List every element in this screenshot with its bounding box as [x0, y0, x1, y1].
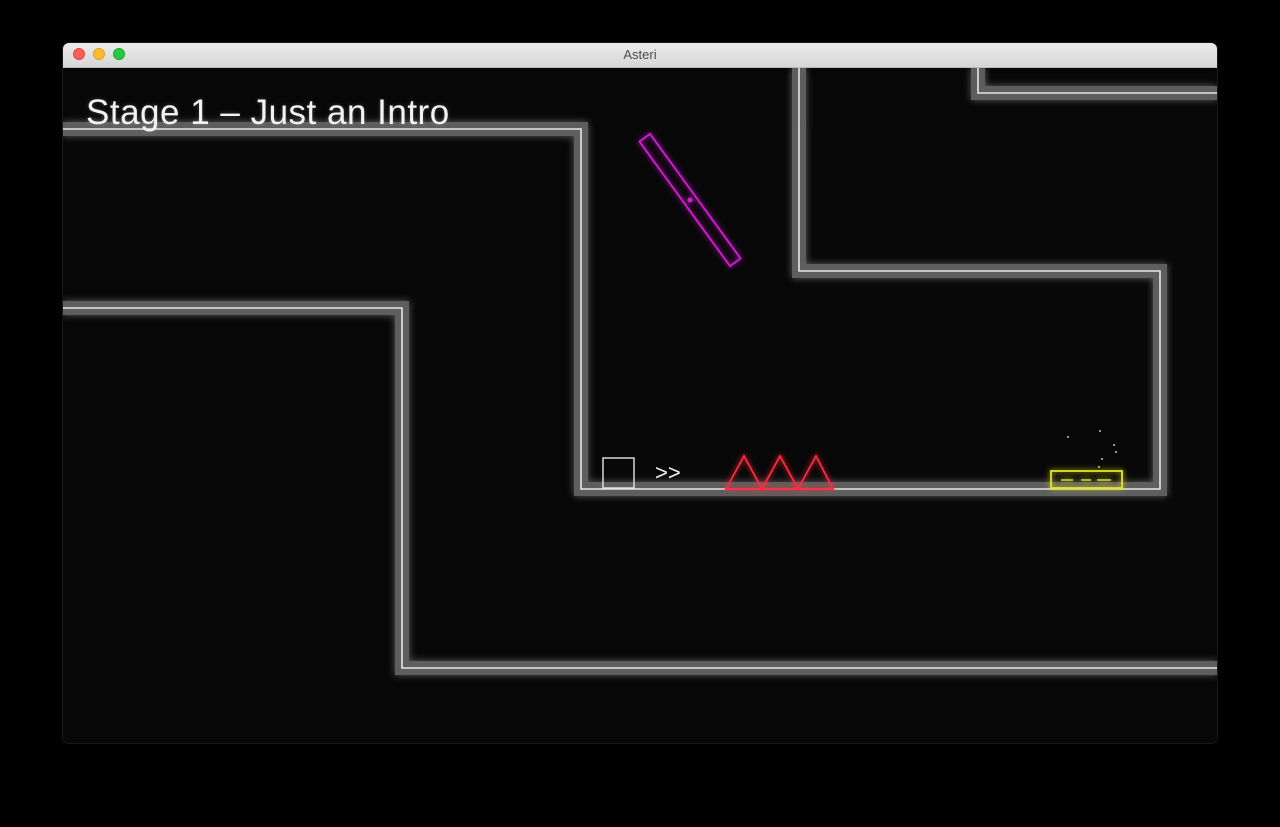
platform-pivot [687, 197, 693, 203]
rotating-platform [638, 132, 742, 268]
direction-hint: >> [655, 460, 681, 485]
stage-title: Stage 1 – Just an Intro [86, 93, 450, 132]
game-window: Asteri >> Stage 1 – Just an Intro [63, 43, 1217, 743]
level-scene: >> [63, 68, 1217, 675]
window-title: Asteri [623, 47, 657, 62]
title-bar[interactable]: Asteri [63, 43, 1217, 68]
game-canvas[interactable]: >> Stage 1 – Just an Intro [63, 68, 1217, 743]
level-walls [63, 68, 1217, 669]
wall-glow [63, 68, 1217, 675]
goal-particles [1067, 430, 1117, 468]
